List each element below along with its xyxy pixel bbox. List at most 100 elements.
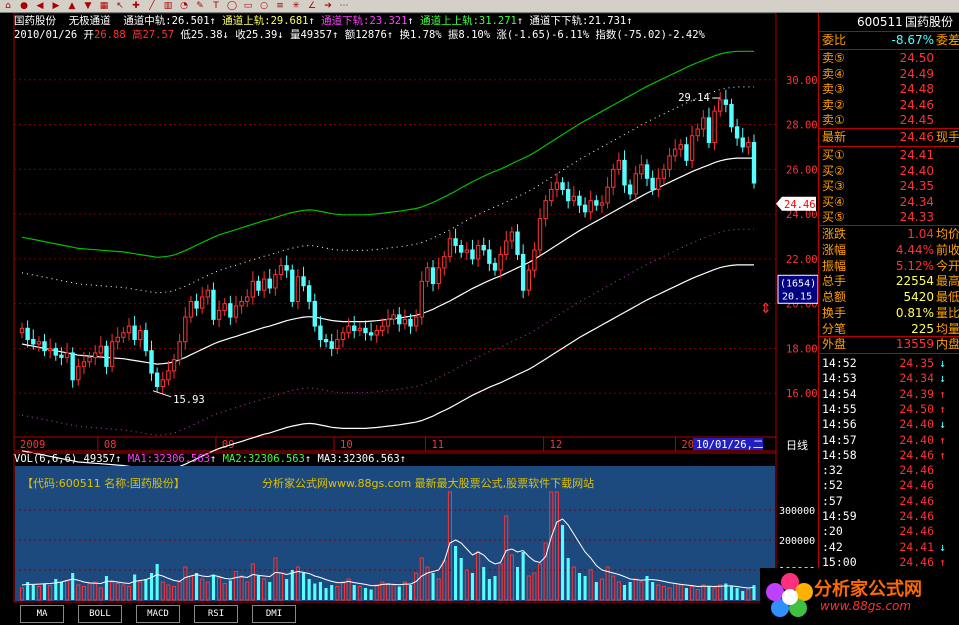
cross-icon[interactable]: ✚ (130, 1, 142, 11)
more-icon[interactable]: ⋯ (338, 1, 350, 11)
tick-row: :57 24.46 (819, 494, 959, 509)
candle-body (498, 253, 503, 271)
candle-body (205, 289, 211, 298)
candle-body (526, 269, 531, 291)
close-value: 25.39 (245, 29, 278, 41)
volume-bar (397, 586, 401, 600)
candle-body (216, 309, 222, 320)
candle-body (689, 135, 695, 161)
tick-time: 14:57 (822, 432, 857, 447)
circle-icon[interactable]: ○ (258, 1, 270, 11)
sell-price: 24.45 (899, 113, 934, 127)
mid-label: 通道中轨: (123, 15, 172, 27)
bars-icon[interactable]: ▥ (162, 1, 174, 11)
candle-body (126, 325, 132, 334)
candle-body (177, 341, 182, 361)
candle-body (549, 188, 554, 202)
stock-code: 600511 (857, 15, 903, 29)
draw-icon[interactable]: ✎ (194, 1, 206, 11)
candle-body (166, 370, 171, 381)
text-icon[interactable]: T (210, 1, 222, 11)
back-icon[interactable]: ◀ (34, 1, 46, 11)
volume-bar (482, 567, 486, 600)
angle-icon[interactable]: ∠ (306, 1, 318, 11)
stock-name-panel: 国药股份 (905, 15, 954, 29)
stat-label: 分笔 (822, 321, 847, 336)
tab-ma[interactable]: MA (20, 605, 64, 623)
candle-body (194, 300, 199, 309)
stat-row: 涨幅 4.44% 前收 (819, 243, 959, 258)
tab-dmi[interactable]: DMI (252, 605, 296, 623)
x-axis-band (13, 436, 777, 452)
chart-icon[interactable]: ▦ (98, 1, 110, 11)
up-icon[interactable]: ▲ (66, 1, 78, 11)
stat-value: 5420 (903, 290, 934, 305)
volume-bar (144, 579, 148, 600)
volume-bar (290, 570, 294, 600)
candle-body (504, 240, 509, 255)
gann-icon[interactable]: ✳ (290, 1, 302, 11)
tick-row: 14:57 24.40 ↑ (819, 433, 959, 448)
candle-body (706, 117, 712, 143)
volume-bar (515, 567, 520, 600)
tick-price: 24.41 (899, 539, 934, 554)
candle-body (470, 249, 475, 260)
candle-body (222, 303, 227, 311)
rect-icon[interactable]: ▭ (242, 1, 254, 11)
x-tick-label: 08 (104, 439, 117, 451)
x-tick-label: 11 (431, 439, 444, 451)
candle-body (261, 278, 267, 291)
candle-body (667, 155, 672, 170)
buy-price: 24.40 (899, 163, 934, 178)
stat-label: 换手 (822, 306, 847, 320)
buy-row: 买③ 24.35 (819, 179, 959, 194)
vol-tick-label: 200000 (779, 536, 815, 547)
pointer-icon[interactable]: ↖ (114, 1, 126, 11)
candle-body (70, 352, 75, 381)
tab-boll[interactable]: BOLL (78, 605, 122, 623)
panel-divider (819, 146, 959, 147)
tick-price: 24.46 (899, 524, 934, 539)
volume-bar (431, 573, 435, 600)
panel-divider (819, 225, 959, 226)
candle-body (104, 345, 109, 367)
candle-body (346, 325, 351, 334)
candle-body (19, 327, 25, 334)
forward-icon[interactable]: ▶ (50, 1, 62, 11)
candle-body (672, 148, 678, 157)
stat-ext: 最高 (936, 274, 959, 289)
down-icon[interactable]: ▼ (82, 1, 94, 11)
candle-body (306, 285, 312, 302)
buy-price: 24.33 (899, 210, 934, 224)
y-tick-label: 26.00 (786, 164, 818, 176)
volume-bar (195, 573, 199, 600)
volume-bar (735, 588, 739, 600)
candle-body (560, 182, 565, 190)
downdown-label: 通道下下轨: (529, 15, 589, 27)
sell-row: 卖⑤ 24.50 (819, 51, 959, 66)
period-icon[interactable]: ◔ (178, 1, 190, 11)
candle-body (391, 314, 396, 320)
kline-chart[interactable]: 16.0018.0020.0022.0024.0026.0028.0030.00… (0, 13, 818, 603)
tick-time: 14:56 (822, 417, 857, 432)
home-icon[interactable]: ⌂ (2, 1, 14, 11)
stock-name: 国药股份 (14, 15, 56, 27)
fib-icon[interactable]: ≡ (274, 1, 286, 11)
index-label: 指数 (595, 29, 617, 41)
candle-body (352, 325, 357, 332)
arrow-icon[interactable]: ➔ (322, 1, 334, 11)
tab-macd[interactable]: MACD (136, 605, 180, 623)
ellipse-icon[interactable]: ◯ (226, 1, 238, 11)
volume-bar (285, 579, 289, 600)
stop-icon[interactable]: ● (18, 1, 30, 11)
sell-row: 卖① 24.45 (819, 113, 959, 128)
volume-bar (71, 573, 75, 600)
tab-rsi[interactable]: RSI (194, 605, 238, 623)
tick-time: 14:54 (822, 386, 857, 401)
tick-time: :20 (822, 524, 843, 539)
candle-body (605, 186, 610, 204)
line-icon[interactable]: ╱ (146, 1, 158, 11)
tick-price: 24.50 (899, 401, 934, 416)
tick-arrow: ↓ (939, 417, 946, 432)
tick-time: 14:53 (822, 371, 857, 386)
